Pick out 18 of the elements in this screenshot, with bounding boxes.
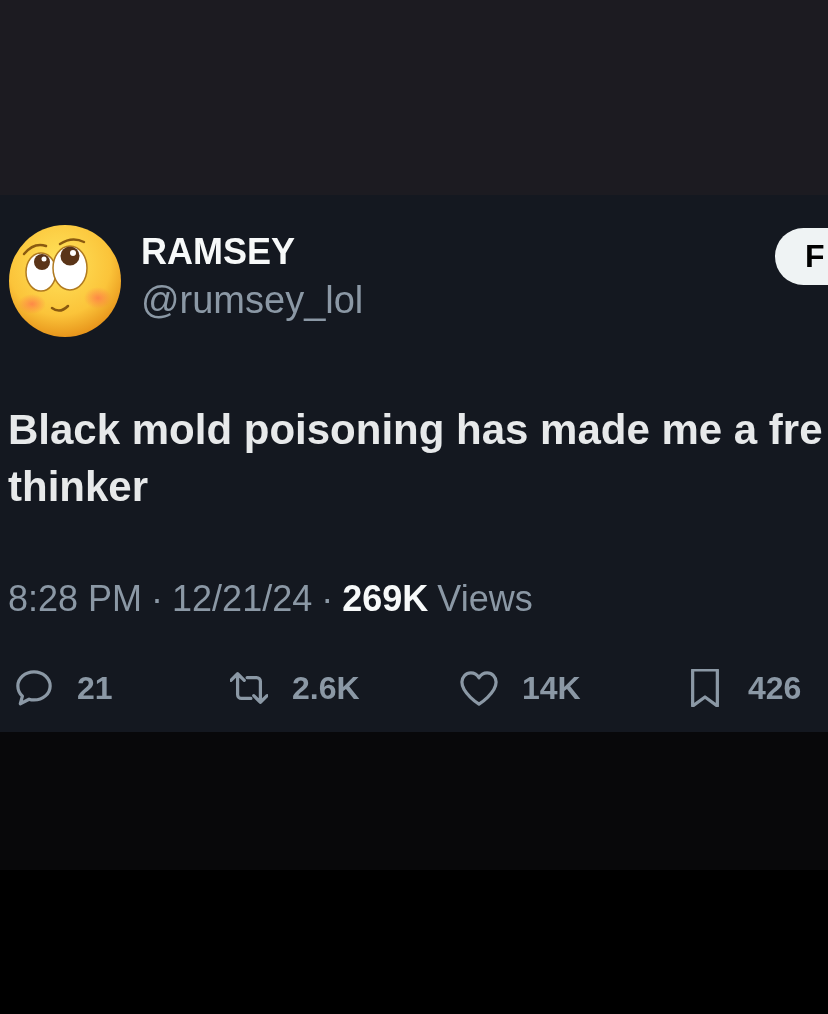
views-count: 269K <box>342 577 429 621</box>
follow-button[interactable]: F <box>775 228 828 285</box>
repost-icon[interactable] <box>230 669 268 707</box>
separator-dot: · <box>151 577 164 621</box>
author-handle: @rumsey_lol <box>141 278 364 322</box>
post-text: Black mold poisoning has made me a fre thinker <box>8 405 824 512</box>
heart-icon[interactable] <box>460 669 498 707</box>
action-count: 2.6K <box>292 669 360 708</box>
reply-icon[interactable] <box>15 669 53 707</box>
separator-dot: · <box>321 577 334 621</box>
post-date: 12/21/24 <box>172 577 313 621</box>
post-time: 8:28 PM <box>8 577 143 621</box>
face-emoji-avatar-icon <box>8 224 122 338</box>
views-label: Views <box>437 577 533 621</box>
action-count: 21 <box>77 669 113 708</box>
author-name: RAMSEY <box>141 231 297 273</box>
action-count: 426 <box>748 669 802 708</box>
action-count: 14K <box>522 669 581 708</box>
